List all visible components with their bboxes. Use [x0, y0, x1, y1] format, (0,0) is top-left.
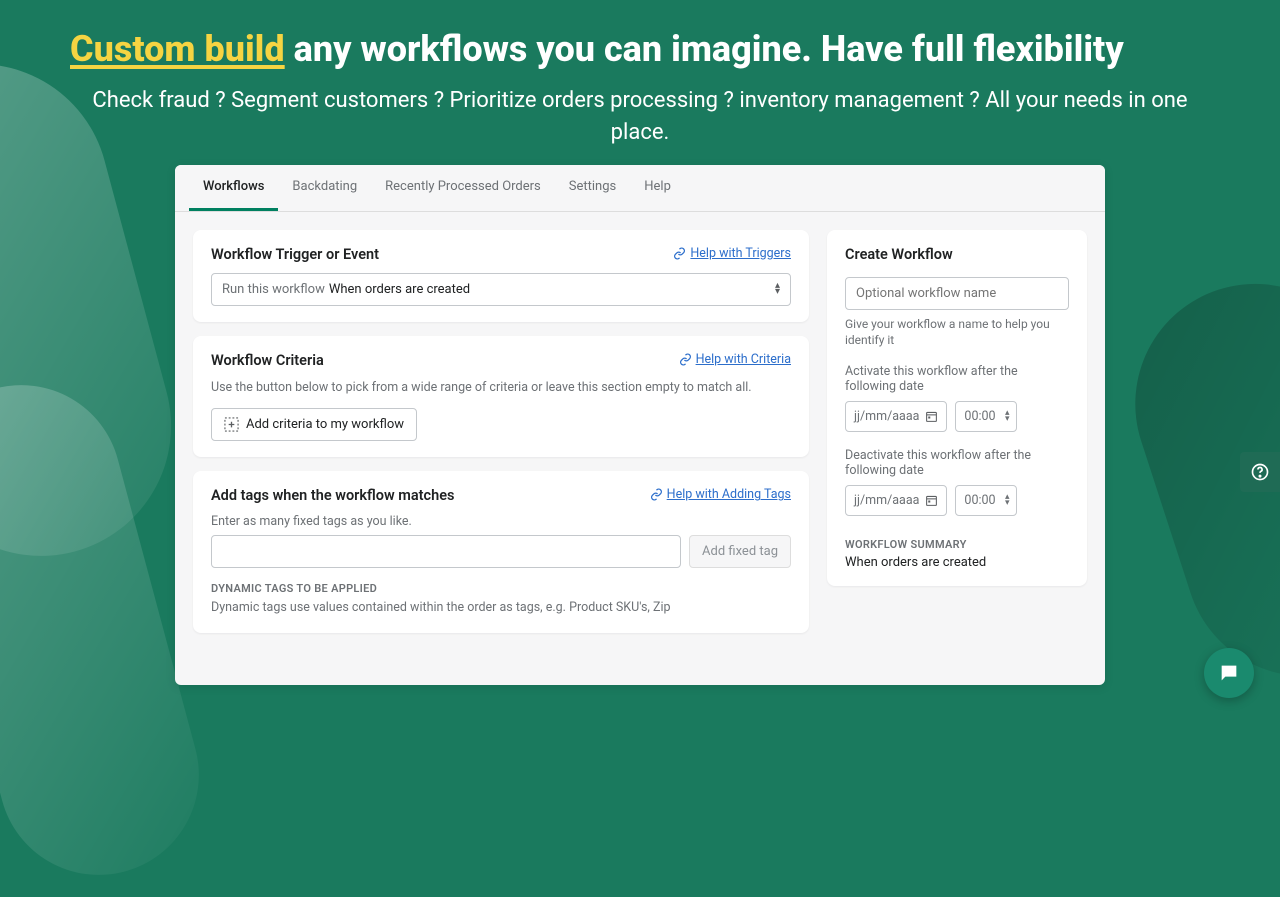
criteria-card: Workflow Criteria Help with Criteria Use…: [193, 336, 809, 458]
tab-workflows[interactable]: Workflows: [189, 165, 278, 211]
trigger-title: Workflow Trigger or Event: [211, 246, 379, 263]
deactivate-time-input[interactable]: 00:00 ▴▾: [955, 485, 1016, 516]
link-icon: [650, 488, 663, 501]
summary-text: When orders are created: [845, 555, 1069, 570]
workflow-name-input[interactable]: [845, 277, 1069, 310]
tab-help[interactable]: Help: [630, 165, 685, 211]
create-workflow-card: Create Workflow Give your workflow a nam…: [827, 230, 1087, 586]
hero-title: Custom build any workflows you can imagi…: [70, 28, 1210, 71]
hero-section: Custom build any workflows you can imagi…: [0, 0, 1280, 157]
tags-help-link[interactable]: Help with Adding Tags: [650, 487, 791, 502]
hero-rest: any workflows you can imagine. Have full…: [285, 28, 1124, 70]
hero-highlight: Custom build: [70, 28, 285, 70]
tag-input[interactable]: [211, 535, 681, 568]
link-icon: [673, 247, 686, 260]
trigger-card: Workflow Trigger or Event Help with Trig…: [193, 230, 809, 322]
criteria-description: Use the button below to pick from a wide…: [211, 379, 791, 397]
tab-settings[interactable]: Settings: [555, 165, 630, 211]
help-fab-button[interactable]: [1240, 452, 1280, 492]
workflow-name-help: Give your workflow a name to help you id…: [845, 316, 1069, 348]
add-selection-icon: [224, 417, 239, 432]
tab-recently-processed[interactable]: Recently Processed Orders: [371, 165, 555, 211]
link-icon: [679, 353, 692, 366]
trigger-help-link[interactable]: Help with Triggers: [673, 246, 791, 261]
tags-card: Add tags when the workflow matches Help …: [193, 471, 809, 633]
left-column: Workflow Trigger or Event Help with Trig…: [193, 230, 809, 633]
activate-label: Activate this workflow after the followi…: [845, 364, 1069, 394]
create-title: Create Workflow: [845, 246, 1069, 263]
tags-title: Add tags when the workflow matches: [211, 487, 454, 504]
summary-heading: WORKFLOW SUMMARY: [845, 538, 1069, 551]
trigger-select[interactable]: Run this workflow When orders are create…: [211, 273, 791, 306]
right-column: Create Workflow Give your workflow a nam…: [827, 230, 1087, 633]
deactivate-label: Deactivate this workflow after the follo…: [845, 448, 1069, 478]
content-area: Workflow Trigger or Event Help with Trig…: [175, 212, 1105, 651]
tab-bar: Workflows Backdating Recently Processed …: [175, 165, 1105, 212]
hero-subtitle: Check fraud ? Segment customers ? Priori…: [70, 85, 1210, 149]
app-window: Workflows Backdating Recently Processed …: [175, 165, 1105, 685]
calendar-icon: [925, 494, 938, 507]
chevron-updown-icon: ▴▾: [1005, 411, 1010, 422]
dynamic-tags-desc: Dynamic tags use values contained within…: [211, 599, 791, 617]
criteria-title: Workflow Criteria: [211, 352, 324, 369]
chat-icon: [1218, 662, 1240, 684]
chevron-updown-icon: ▴▾: [775, 283, 780, 295]
tab-backdating[interactable]: Backdating: [278, 165, 371, 211]
activate-time-input[interactable]: 00:00 ▴▾: [955, 401, 1016, 432]
tags-label: Enter as many fixed tags as you like.: [211, 514, 791, 529]
activate-date-input[interactable]: jj/mm/aaaa: [845, 401, 947, 432]
criteria-help-link[interactable]: Help with Criteria: [679, 352, 791, 367]
calendar-icon: [925, 410, 938, 423]
chat-fab-button[interactable]: [1204, 648, 1254, 698]
help-circle-icon: [1250, 462, 1270, 482]
chevron-updown-icon: ▴▾: [1005, 495, 1010, 506]
dynamic-tags-heading: DYNAMIC TAGS TO BE APPLIED: [211, 582, 791, 595]
add-fixed-tag-button[interactable]: Add fixed tag: [689, 535, 791, 568]
add-criteria-button[interactable]: Add criteria to my workflow: [211, 408, 417, 441]
deactivate-date-input[interactable]: jj/mm/aaaa: [845, 485, 947, 516]
